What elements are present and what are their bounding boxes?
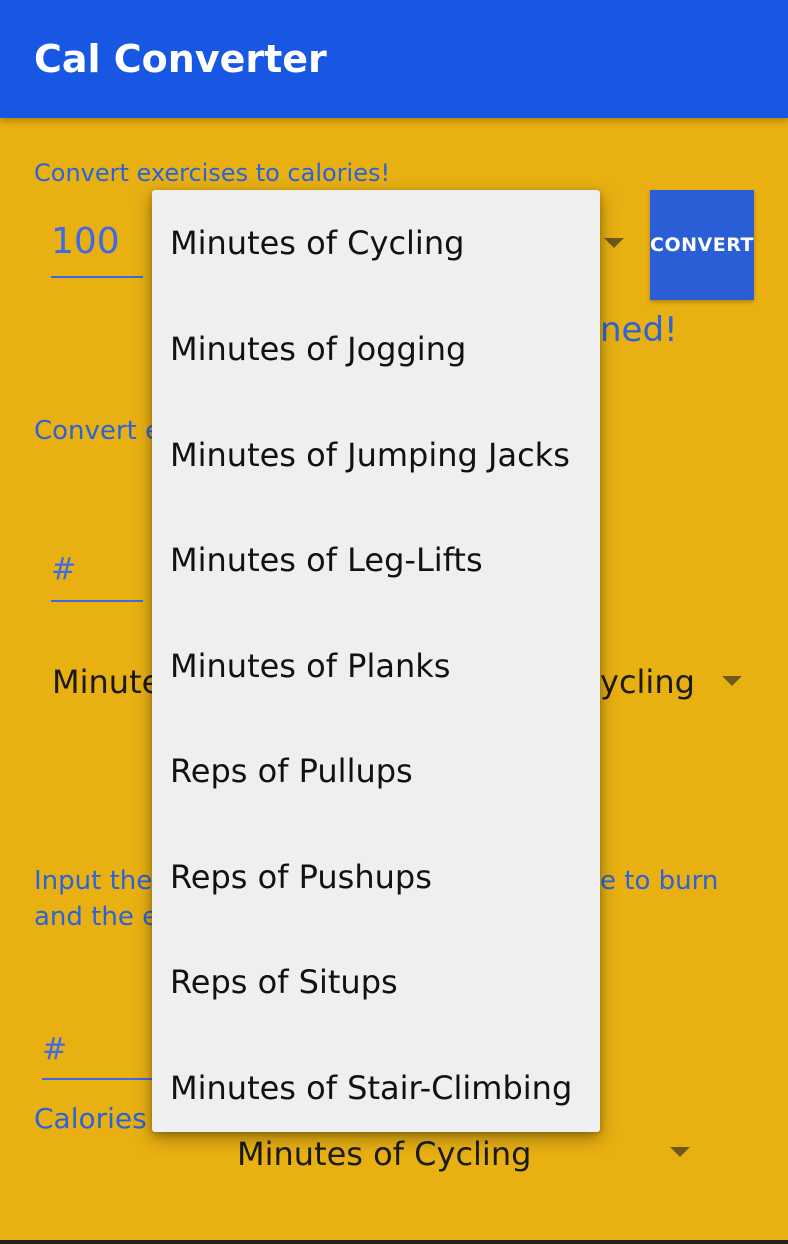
to-exercise-spinner[interactable]: ycling bbox=[600, 662, 695, 702]
exercise-dropdown-popup: Minutes of Cycling Minutes of Jogging Mi… bbox=[152, 190, 600, 1132]
target-calories-placeholder: # bbox=[42, 1032, 68, 1067]
caret-down-icon[interactable] bbox=[670, 1147, 690, 1157]
dropdown-option[interactable]: Reps of Pullups bbox=[152, 718, 600, 824]
dropdown-option[interactable]: Minutes of Planks bbox=[152, 613, 600, 719]
section3-line2-left: and the e bbox=[34, 902, 159, 932]
from-exercise-spinner[interactable]: Minute bbox=[52, 662, 161, 702]
calorie-amount-input[interactable]: # bbox=[51, 548, 143, 602]
app-bar: Cal Converter bbox=[0, 0, 788, 118]
caret-down-icon[interactable] bbox=[604, 238, 624, 248]
dropdown-option[interactable]: Minutes of Leg-Lifts bbox=[152, 507, 600, 613]
exercise-amount-value: 100 bbox=[51, 221, 120, 262]
dropdown-option[interactable]: Minutes of Jogging bbox=[152, 296, 600, 402]
screen-bottom-edge bbox=[0, 1240, 788, 1244]
app-title: Cal Converter bbox=[34, 37, 327, 81]
exercise-amount-input[interactable]: 100 bbox=[51, 220, 143, 278]
dropdown-option[interactable]: Minutes of Jumping Jacks bbox=[152, 402, 600, 508]
dropdown-option[interactable]: Minutes of Cycling bbox=[152, 190, 600, 296]
calorie-amount-placeholder: # bbox=[51, 552, 77, 587]
dropdown-option[interactable]: Minutes of Stair-Climbing bbox=[152, 1035, 600, 1141]
calories-label: Calories bbox=[34, 1102, 147, 1135]
result-text: ned! bbox=[600, 310, 678, 350]
dropdown-option[interactable]: Reps of Pushups bbox=[152, 824, 600, 930]
section2-heading: Convert e bbox=[34, 416, 162, 446]
convert-button[interactable]: CONVERT bbox=[650, 190, 754, 300]
section3-line1-right: e to burn bbox=[600, 866, 719, 896]
dropdown-option[interactable]: Reps of Situps bbox=[152, 929, 600, 1035]
caret-down-icon[interactable] bbox=[722, 676, 742, 686]
target-calories-input[interactable]: # bbox=[42, 1028, 152, 1080]
section3-line1-left: Input the bbox=[34, 866, 153, 896]
section1-heading: Convert exercises to calories! bbox=[34, 159, 391, 187]
